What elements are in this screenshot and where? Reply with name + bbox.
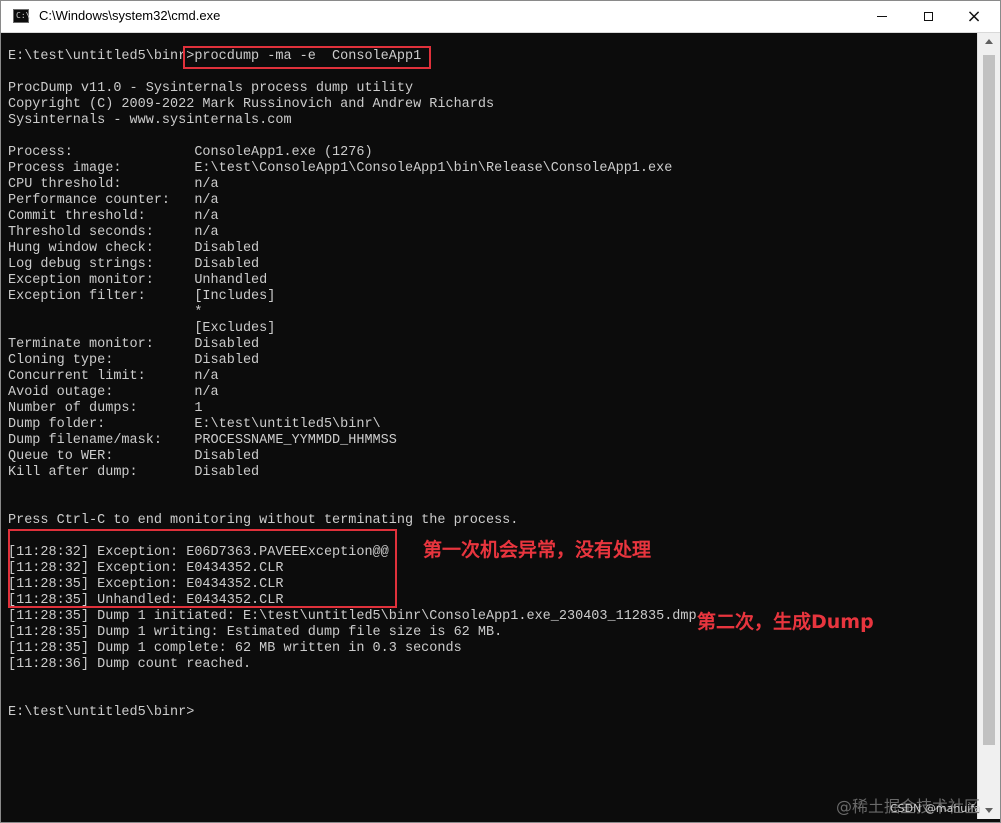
- title-bar[interactable]: C:\ C:\Windows\system32\cmd.exe ×: [1, 1, 1000, 33]
- console-line: Dump folder: E:\test\untitled5\binr\: [8, 417, 381, 432]
- console-output[interactable]: E:\test\untitled5\binr>procdump -ma -e C…: [2, 33, 977, 819]
- close-button[interactable]: ×: [951, 1, 997, 32]
- console-line: [11:28:35] Dump 1 complete: 62 MB writte…: [8, 641, 462, 656]
- console-line: Performance counter: n/a: [8, 193, 219, 208]
- maximize-button[interactable]: [905, 1, 951, 32]
- console-line: Copyright (C) 2009-2022 Mark Russinovich…: [8, 97, 495, 112]
- console-line: CPU threshold: n/a: [8, 177, 219, 192]
- console-line: Kill after dump: Disabled: [8, 465, 260, 480]
- console-line: Press Ctrl-C to end monitoring without t…: [8, 513, 519, 528]
- console-line: [Excludes]: [8, 321, 276, 336]
- console-line: [11:28:36] Dump count reached.: [8, 657, 252, 672]
- console-line: Process image: E:\test\ConsoleApp1\Conso…: [8, 161, 673, 176]
- console-line: E:\test\untitled5\binr>: [8, 705, 195, 720]
- console-line: Concurrent limit: n/a: [8, 369, 219, 384]
- maximize-icon: [923, 12, 933, 21]
- exceptions-highlight-box: [8, 529, 397, 608]
- cmd-app-icon[interactable]: C:\: [13, 9, 31, 23]
- window-title: C:\Windows\system32\cmd.exe: [39, 8, 221, 23]
- console-line: ProcDump v11.0 - Sysinternals process du…: [8, 81, 414, 96]
- scroll-thumb[interactable]: [983, 55, 995, 745]
- watermark-sub: CSDN @mahuifa: [890, 802, 981, 815]
- console-line: [11:28:35] Dump 1 writing: Estimated dum…: [8, 625, 503, 640]
- command-highlight-box: [183, 46, 431, 69]
- close-icon: ×: [966, 5, 982, 27]
- console-line: Cloning type: Disabled: [8, 353, 260, 368]
- console-line: Process: ConsoleApp1.exe (1276): [8, 145, 373, 160]
- dump-annotation: 第二次，生成Dump: [697, 611, 874, 633]
- console-line: Dump filename/mask: PROCESSNAME_YYMMDD_H…: [8, 433, 397, 448]
- minimize-icon: [877, 16, 887, 17]
- console-line: Terminate monitor: Disabled: [8, 337, 260, 352]
- first-chance-annotation: 第一次机会异常，没有处理: [423, 539, 652, 561]
- cmd-window: C:\ C:\Windows\system32\cmd.exe × E:\tes…: [0, 0, 1001, 823]
- console-line: Hung window check: Disabled: [8, 241, 260, 256]
- console-line: *: [8, 305, 203, 320]
- console-line: Exception monitor: Unhandled: [8, 273, 268, 288]
- console-line: Avoid outage: n/a: [8, 385, 219, 400]
- minimize-button[interactable]: [859, 1, 905, 32]
- console-line: [11:28:35] Dump 1 initiated: E:\test\unt…: [8, 609, 697, 624]
- console-line: Log debug strings: Disabled: [8, 257, 260, 272]
- vertical-scrollbar[interactable]: [977, 33, 1000, 819]
- console-line: Exception filter: [Includes]: [8, 289, 276, 304]
- scroll-down-arrow-icon[interactable]: [985, 808, 993, 813]
- console-line: Commit threshold: n/a: [8, 209, 219, 224]
- console-line: Queue to WER: Disabled: [8, 449, 260, 464]
- console-line: Number of dumps: 1: [8, 401, 203, 416]
- console-line: Threshold seconds: n/a: [8, 225, 219, 240]
- app-icon-label: C:\: [16, 11, 31, 20]
- scroll-up-arrow-icon[interactable]: [985, 39, 993, 44]
- console-line: Sysinternals - www.sysinternals.com: [8, 113, 292, 128]
